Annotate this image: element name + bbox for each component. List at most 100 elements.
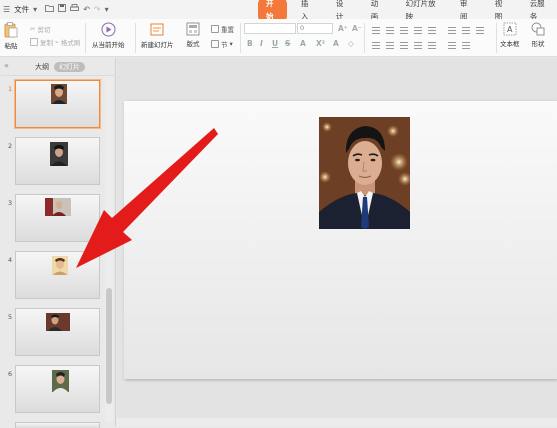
bold-button[interactable]: B xyxy=(247,39,253,48)
quick-access: ☰ 文件 ▾ ↶ ↷ ▾ xyxy=(3,3,109,16)
reset-icon xyxy=(211,25,219,33)
vertical-align-icon[interactable] xyxy=(448,42,456,49)
superscript-icon[interactable]: X² xyxy=(316,39,325,48)
section-button[interactable]: 节 ▾ xyxy=(211,39,233,49)
decrease-font-icon[interactable]: A⁻ xyxy=(352,24,362,33)
bullet-list-icon[interactable] xyxy=(372,27,380,34)
align-right-icon[interactable] xyxy=(400,42,408,49)
layout-button[interactable]: 版式 xyxy=(186,22,200,48)
scissors-icon: ✂ xyxy=(30,25,36,33)
textbox-icon: A xyxy=(503,22,517,36)
hamburger-menu-icon[interactable]: ☰ xyxy=(3,3,10,16)
paste-button[interactable]: 粘贴 xyxy=(4,22,18,50)
textbox-button[interactable]: A 文本框 xyxy=(500,22,520,48)
align-text-icon[interactable] xyxy=(476,27,484,34)
layout-icon xyxy=(186,22,200,36)
play-icon xyxy=(101,22,116,37)
layout-label: 版式 xyxy=(186,40,200,48)
justify-icon[interactable] xyxy=(414,42,422,49)
slide-thumbnail[interactable] xyxy=(15,137,100,185)
new-slide-icon xyxy=(150,23,164,36)
paste-label: 粘贴 xyxy=(4,42,18,50)
slide-thumbnail[interactable] xyxy=(15,194,100,242)
thumbnail-image xyxy=(51,84,67,104)
shape-button[interactable]: 形状 xyxy=(531,22,545,48)
ribbon-tabs: 开始 插入 设计 动画 幻灯片放映 审阅 视图 云服务 xyxy=(258,0,557,23)
thumbnail-image xyxy=(52,256,68,275)
paste-icon xyxy=(4,22,18,38)
tab-outline[interactable]: 大纲 xyxy=(30,62,54,72)
ribbon: 粘贴 ✂ 剪切 复制 ⌁ 格式刷 从当前开始 新建幻灯片 版式 重置 节 ▾ 0 A⁺… xyxy=(0,19,557,57)
distribute-icon[interactable] xyxy=(428,42,436,49)
thumbnail-image xyxy=(52,370,69,392)
increase-indent-icon[interactable] xyxy=(414,27,422,34)
divider xyxy=(496,23,497,53)
slide-number: 1 xyxy=(8,85,13,93)
title-bar: ☰ 文件 ▾ ↶ ↷ ▾ 开始 插入 设计 动画 幻灯片放映 审阅 视图 云服务 xyxy=(0,0,557,23)
new-slide-label: 新建幻灯片 xyxy=(141,41,174,49)
play-from-current-label: 从当前开始 xyxy=(92,41,125,49)
slide-thumbnail[interactable] xyxy=(15,80,100,128)
font-name-field[interactable] xyxy=(244,23,296,34)
print-icon[interactable] xyxy=(70,3,80,16)
divider xyxy=(364,23,365,53)
smartart-icon[interactable] xyxy=(462,42,470,49)
slide-thumbnail[interactable] xyxy=(15,251,100,299)
file-menu[interactable]: 文件 xyxy=(14,4,29,15)
increase-font-icon[interactable]: A⁺ xyxy=(338,24,348,33)
shape-label: 形状 xyxy=(531,40,545,48)
slide-portrait-image[interactable] xyxy=(319,117,410,229)
numbered-list-icon[interactable] xyxy=(386,27,394,34)
file-menu-dropdown-icon[interactable]: ▾ xyxy=(33,3,37,16)
underline-button[interactable]: U xyxy=(272,39,278,48)
new-slide-button[interactable]: 新建幻灯片 xyxy=(141,22,174,49)
brush-icon: ⌁ xyxy=(55,38,59,46)
thumbnail-image xyxy=(46,313,70,331)
strikethrough-button[interactable]: S xyxy=(285,39,290,48)
copy-button[interactable]: 复制 xyxy=(30,37,53,47)
section-dropdown-icon: ▾ xyxy=(229,40,233,48)
line-spacing-icon[interactable] xyxy=(428,27,436,34)
thumbnail-image xyxy=(45,198,71,216)
panel-header: « 大纲 幻灯片 xyxy=(0,58,116,76)
text-shadow-icon[interactable]: A xyxy=(333,39,339,48)
decrease-indent-icon[interactable] xyxy=(400,27,408,34)
slide-number: 5 xyxy=(8,313,13,321)
italic-button[interactable]: I xyxy=(260,39,263,48)
play-from-current-button[interactable]: 从当前开始 xyxy=(92,22,125,49)
slide-thumbnail[interactable] xyxy=(15,365,100,413)
cut-button[interactable]: ✂ 剪切 xyxy=(30,24,50,34)
format-painter-button[interactable]: ⌁ 格式刷 xyxy=(55,37,80,47)
canvas-horizontal-scrollbar[interactable] xyxy=(117,418,557,426)
slide-number: 3 xyxy=(8,199,13,207)
textbox-label: 文本框 xyxy=(500,40,520,48)
shape-icon xyxy=(531,22,545,36)
divider xyxy=(85,23,86,53)
undo-icon[interactable]: ↶ xyxy=(83,3,90,16)
divider xyxy=(135,23,136,53)
divider xyxy=(240,23,241,53)
tab-slides[interactable]: 幻灯片 xyxy=(54,62,85,72)
open-folder-icon[interactable] xyxy=(45,3,55,16)
save-icon[interactable] xyxy=(58,3,67,16)
svg-text:A: A xyxy=(507,25,513,34)
slide-thumbnail[interactable] xyxy=(15,422,100,428)
align-left-icon[interactable] xyxy=(372,42,380,49)
thumbnail-image xyxy=(50,142,68,166)
slides-panel: « 大纲 幻灯片 1 2 3 4 5 6 xyxy=(0,58,116,428)
customize-dropdown-icon[interactable]: ▾ xyxy=(105,3,109,16)
slide-thumbnail[interactable] xyxy=(15,308,100,356)
font-color-icon[interactable]: A xyxy=(300,39,306,48)
slide-number: 4 xyxy=(8,256,13,264)
text-direction-icon[interactable] xyxy=(448,27,456,34)
columns-icon[interactable] xyxy=(462,27,470,34)
font-size-field[interactable]: 0 xyxy=(297,23,333,34)
clear-format-icon[interactable]: ◇ xyxy=(348,39,354,48)
align-center-icon[interactable] xyxy=(386,42,394,49)
reset-button[interactable]: 重置 xyxy=(211,24,234,34)
slide-number: 2 xyxy=(8,142,13,150)
redo-icon[interactable]: ↷ xyxy=(94,3,101,16)
slide-number: 6 xyxy=(8,370,13,378)
collapse-panel-icon[interactable]: « xyxy=(4,61,9,70)
panel-scrollbar-thumb[interactable] xyxy=(106,288,112,404)
